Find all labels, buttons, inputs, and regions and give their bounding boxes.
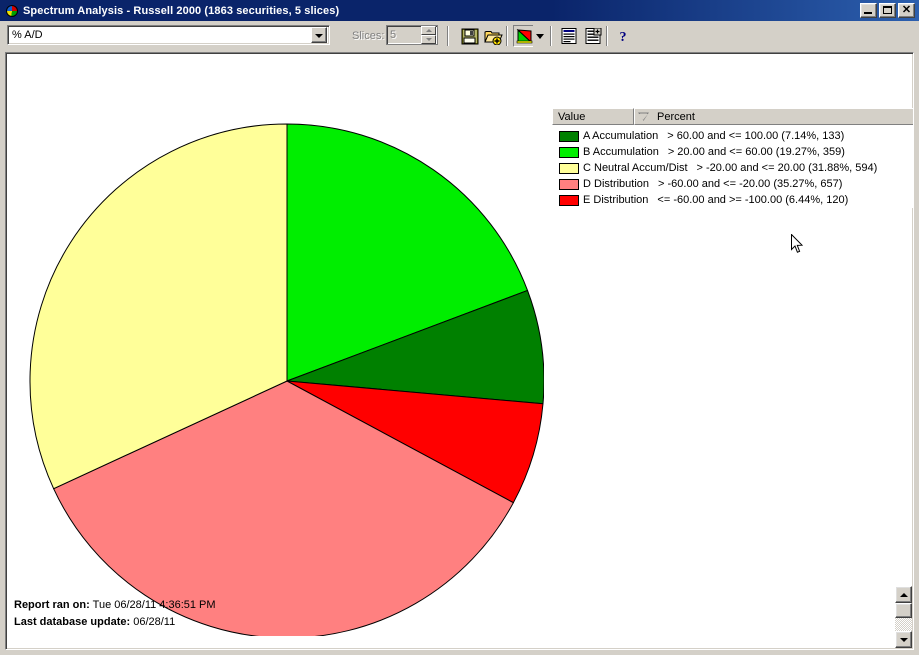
metric-select[interactable]: % A/D <box>7 25 330 45</box>
legend-item-label: E Distribution <box>583 194 649 206</box>
help-button[interactable]: ? <box>611 25 634 47</box>
legend-item-description: > -20.00 and <= 20.00 (31.88%, 594) <box>696 162 878 174</box>
close-icon: ✕ <box>901 4 912 16</box>
chevron-down-icon[interactable] <box>311 27 327 43</box>
pie-chart <box>24 116 544 636</box>
metric-select-value: % A/D <box>12 29 43 41</box>
toolbar-separator <box>550 26 552 46</box>
open-button[interactable] <box>482 25 505 47</box>
legend-color-swatch <box>559 162 579 174</box>
legend-item[interactable]: C Neutral Accum/Dist > -20.00 and <= 20.0… <box>552 160 913 176</box>
sort-descending-triangle-icon <box>638 111 649 122</box>
legend-item-label: B Accumulation <box>583 146 659 158</box>
pie-chart-icon <box>516 28 532 44</box>
detail-view-button[interactable] <box>582 25 605 47</box>
scrollbar-track[interactable] <box>895 618 912 631</box>
maximize-button[interactable] <box>879 3 896 18</box>
toolbar-separator <box>447 26 449 46</box>
legend-item-description: <= -60.00 and >= -100.00 (6.44%, 120) <box>657 194 849 206</box>
legend-item-label: C Neutral Accum/Dist <box>583 162 688 174</box>
list-report-icon <box>561 28 577 44</box>
vertical-scrollbar[interactable] <box>895 586 912 648</box>
scroll-up-button[interactable] <box>895 586 912 603</box>
legend-color-swatch <box>559 194 579 206</box>
legend-column-percent[interactable]: Percent <box>634 108 913 125</box>
spectrum-analysis-window: Spectrum Analysis - Russell 2000 (1863 s… <box>0 0 919 655</box>
title-bar[interactable]: Spectrum Analysis - Russell 2000 (1863 s… <box>0 0 919 21</box>
legend-column-value[interactable]: Value <box>552 108 634 125</box>
spin-down-icon[interactable] <box>421 35 436 44</box>
window-title: Spectrum Analysis - Russell 2000 (1863 s… <box>23 4 340 17</box>
svg-text:?: ? <box>619 30 626 44</box>
legend-item-description: > 60.00 and <= 100.00 (7.14%, 133) <box>667 130 845 142</box>
slices-label: Slices: <box>352 30 385 42</box>
toolbar-separator <box>606 26 608 46</box>
pie-slices <box>29 123 544 636</box>
legend-item-label: A Accumulation <box>583 130 659 142</box>
report-ran-value: Tue 06/28/11 4:36:51 PM <box>92 599 216 611</box>
last-update-value: 06/28/11 <box>133 616 176 628</box>
chart-type-dropdown[interactable] <box>533 25 547 47</box>
scrollbar-thumb[interactable] <box>895 603 912 618</box>
legend-header: Value Percent <box>552 108 913 125</box>
pie-chart-svg <box>29 123 544 636</box>
legend-column-percent-label: Percent <box>657 110 695 123</box>
report-view-button[interactable] <box>558 25 581 47</box>
save-button[interactable] <box>458 25 481 47</box>
legend-color-swatch <box>559 146 579 158</box>
report-ran-label: Report ran on: <box>14 599 90 611</box>
window-controls: ✕ <box>860 3 915 18</box>
legend: Value Percent A Accumulation > 60.00 and … <box>552 108 913 208</box>
toolbar-separator <box>506 26 508 46</box>
minimize-button[interactable] <box>860 3 877 18</box>
scroll-down-button[interactable] <box>895 631 912 648</box>
report-ran-line: Report ran on: Tue 06/28/11 4:36:51 PM <box>14 597 216 614</box>
legend-item-description: > -60.00 and <= -20.00 (35.27%, 657) <box>658 178 843 190</box>
last-update-label: Last database update: <box>14 616 131 628</box>
question-mark-icon: ? <box>619 30 626 44</box>
slices-stepper[interactable]: 5 <box>386 25 438 45</box>
last-update-line: Last database update: 06/28/11 <box>14 614 216 631</box>
legend-color-swatch <box>559 178 579 190</box>
chevron-down-icon <box>536 34 544 39</box>
legend-item[interactable]: E Distribution <= -60.00 and >= -100.00 (… <box>552 192 913 208</box>
legend-item[interactable]: A Accumulation > 60.00 and <= 100.00 (7.1… <box>552 128 913 144</box>
report-footer: Report ran on: Tue 06/28/11 4:36:51 PM L… <box>14 597 216 631</box>
slices-value: 5 <box>390 29 397 41</box>
legend-item-description: > 20.00 and <= 60.00 (19.27%, 359) <box>667 146 845 158</box>
legend-color-swatch <box>559 130 579 142</box>
slices-spin-buttons <box>421 26 436 44</box>
toolbar: % A/D Slices: 5 ? <box>0 21 919 51</box>
close-button[interactable]: ✕ <box>898 3 915 18</box>
list-detail-icon <box>585 28 602 44</box>
spin-up-icon[interactable] <box>421 26 436 35</box>
report-panel: Value Percent A Accumulation > 60.00 and … <box>5 52 914 650</box>
pie-chart-icon <box>4 2 20 19</box>
legend-rows: A Accumulation > 60.00 and <= 100.00 (7.1… <box>552 125 913 208</box>
legend-item-label: D Distribution <box>583 178 650 190</box>
open-folder-plus-icon <box>484 30 503 45</box>
legend-column-value-label: Value <box>558 110 586 123</box>
legend-item[interactable]: D Distribution > -60.00 and <= -20.00 (35… <box>552 176 913 192</box>
legend-item[interactable]: B Accumulation > 20.00 and <= 60.00 (19.2… <box>552 144 913 160</box>
floppy-disk-icon <box>461 28 478 44</box>
